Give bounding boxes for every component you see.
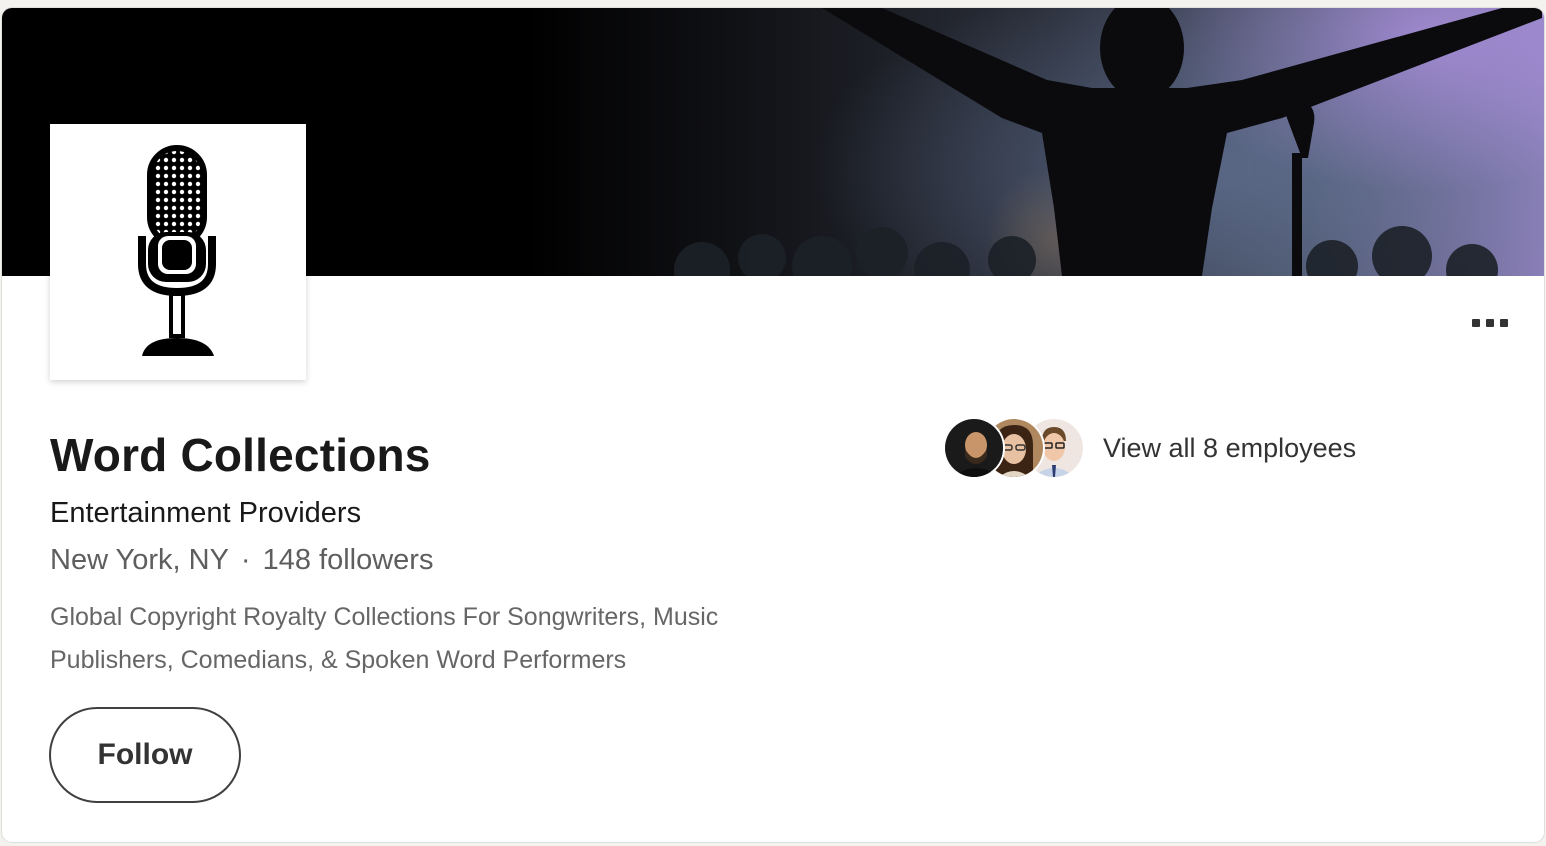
view-employees-link[interactable]: View all 8 employees bbox=[1103, 433, 1356, 464]
employee-avatars bbox=[943, 417, 1085, 479]
company-meta: New York, NY · 148 followers bbox=[50, 544, 433, 577]
company-industry: Entertainment Providers bbox=[50, 497, 362, 529]
more-options-button[interactable] bbox=[1466, 308, 1514, 338]
microphone-icon bbox=[138, 145, 216, 356]
avatar bbox=[943, 417, 1005, 479]
followers-count[interactable]: 148 followers bbox=[263, 544, 434, 576]
company-name: Word Collections bbox=[50, 429, 431, 481]
ellipsis-icon bbox=[1486, 319, 1494, 327]
company-location: New York, NY bbox=[50, 544, 229, 576]
meta-separator: · bbox=[240, 544, 251, 576]
company-logo[interactable] bbox=[50, 124, 306, 380]
ellipsis-icon bbox=[1500, 319, 1508, 327]
follow-button[interactable]: Follow bbox=[49, 707, 241, 803]
company-tagline: Global Copyright Royalty Collections For… bbox=[50, 603, 719, 674]
company-profile-card: Word Collections Entertainment Providers… bbox=[2, 8, 1544, 842]
ellipsis-icon bbox=[1472, 319, 1480, 327]
employees-link[interactable]: View all 8 employees bbox=[943, 417, 1356, 479]
